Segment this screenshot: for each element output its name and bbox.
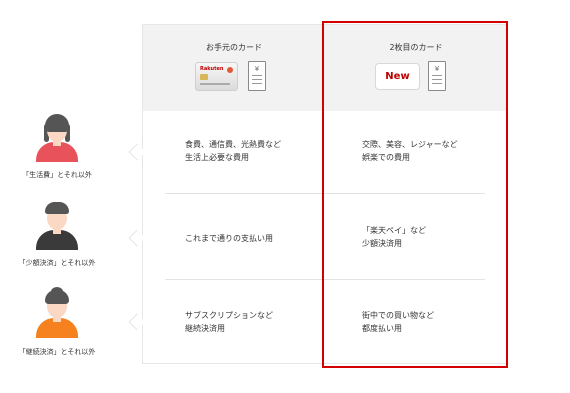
cell-text: これまで通りの支払い用	[185, 234, 273, 243]
cell-text: サブスクリプションなど	[185, 311, 273, 320]
man-avatar-icon	[34, 202, 80, 250]
cell-row2-left: これまで通りの支払い用	[185, 232, 273, 245]
cell-text: 生活上必要な費用	[185, 153, 249, 162]
cell-text: 継続決済用	[185, 324, 225, 333]
yen-symbol: ¥	[254, 65, 260, 73]
woman-avatar-icon	[34, 114, 80, 162]
person-label: 「少額決済」とそれ以外	[18, 259, 96, 267]
woman-avatar-icon	[34, 287, 80, 338]
column-title-current-card: お手元のカード	[206, 43, 262, 52]
receipt-icon: ¥	[248, 61, 266, 91]
cell-row3-left: サブスクリプションなど 継続決済用	[185, 309, 273, 335]
person-label: 「継続決済」とそれ以外	[18, 348, 96, 356]
second-card-highlight	[322, 21, 508, 368]
cell-text: 食費、通信費、光熱費など	[185, 140, 281, 149]
cell-row1-left: 食費、通信費、光熱費など 生活上必要な費用	[185, 138, 281, 164]
card-brand-logo: Rakuten	[200, 66, 224, 72]
credit-card-icon: Rakuten	[195, 62, 238, 91]
person-label: 「生活費」とそれ以外	[22, 171, 92, 179]
